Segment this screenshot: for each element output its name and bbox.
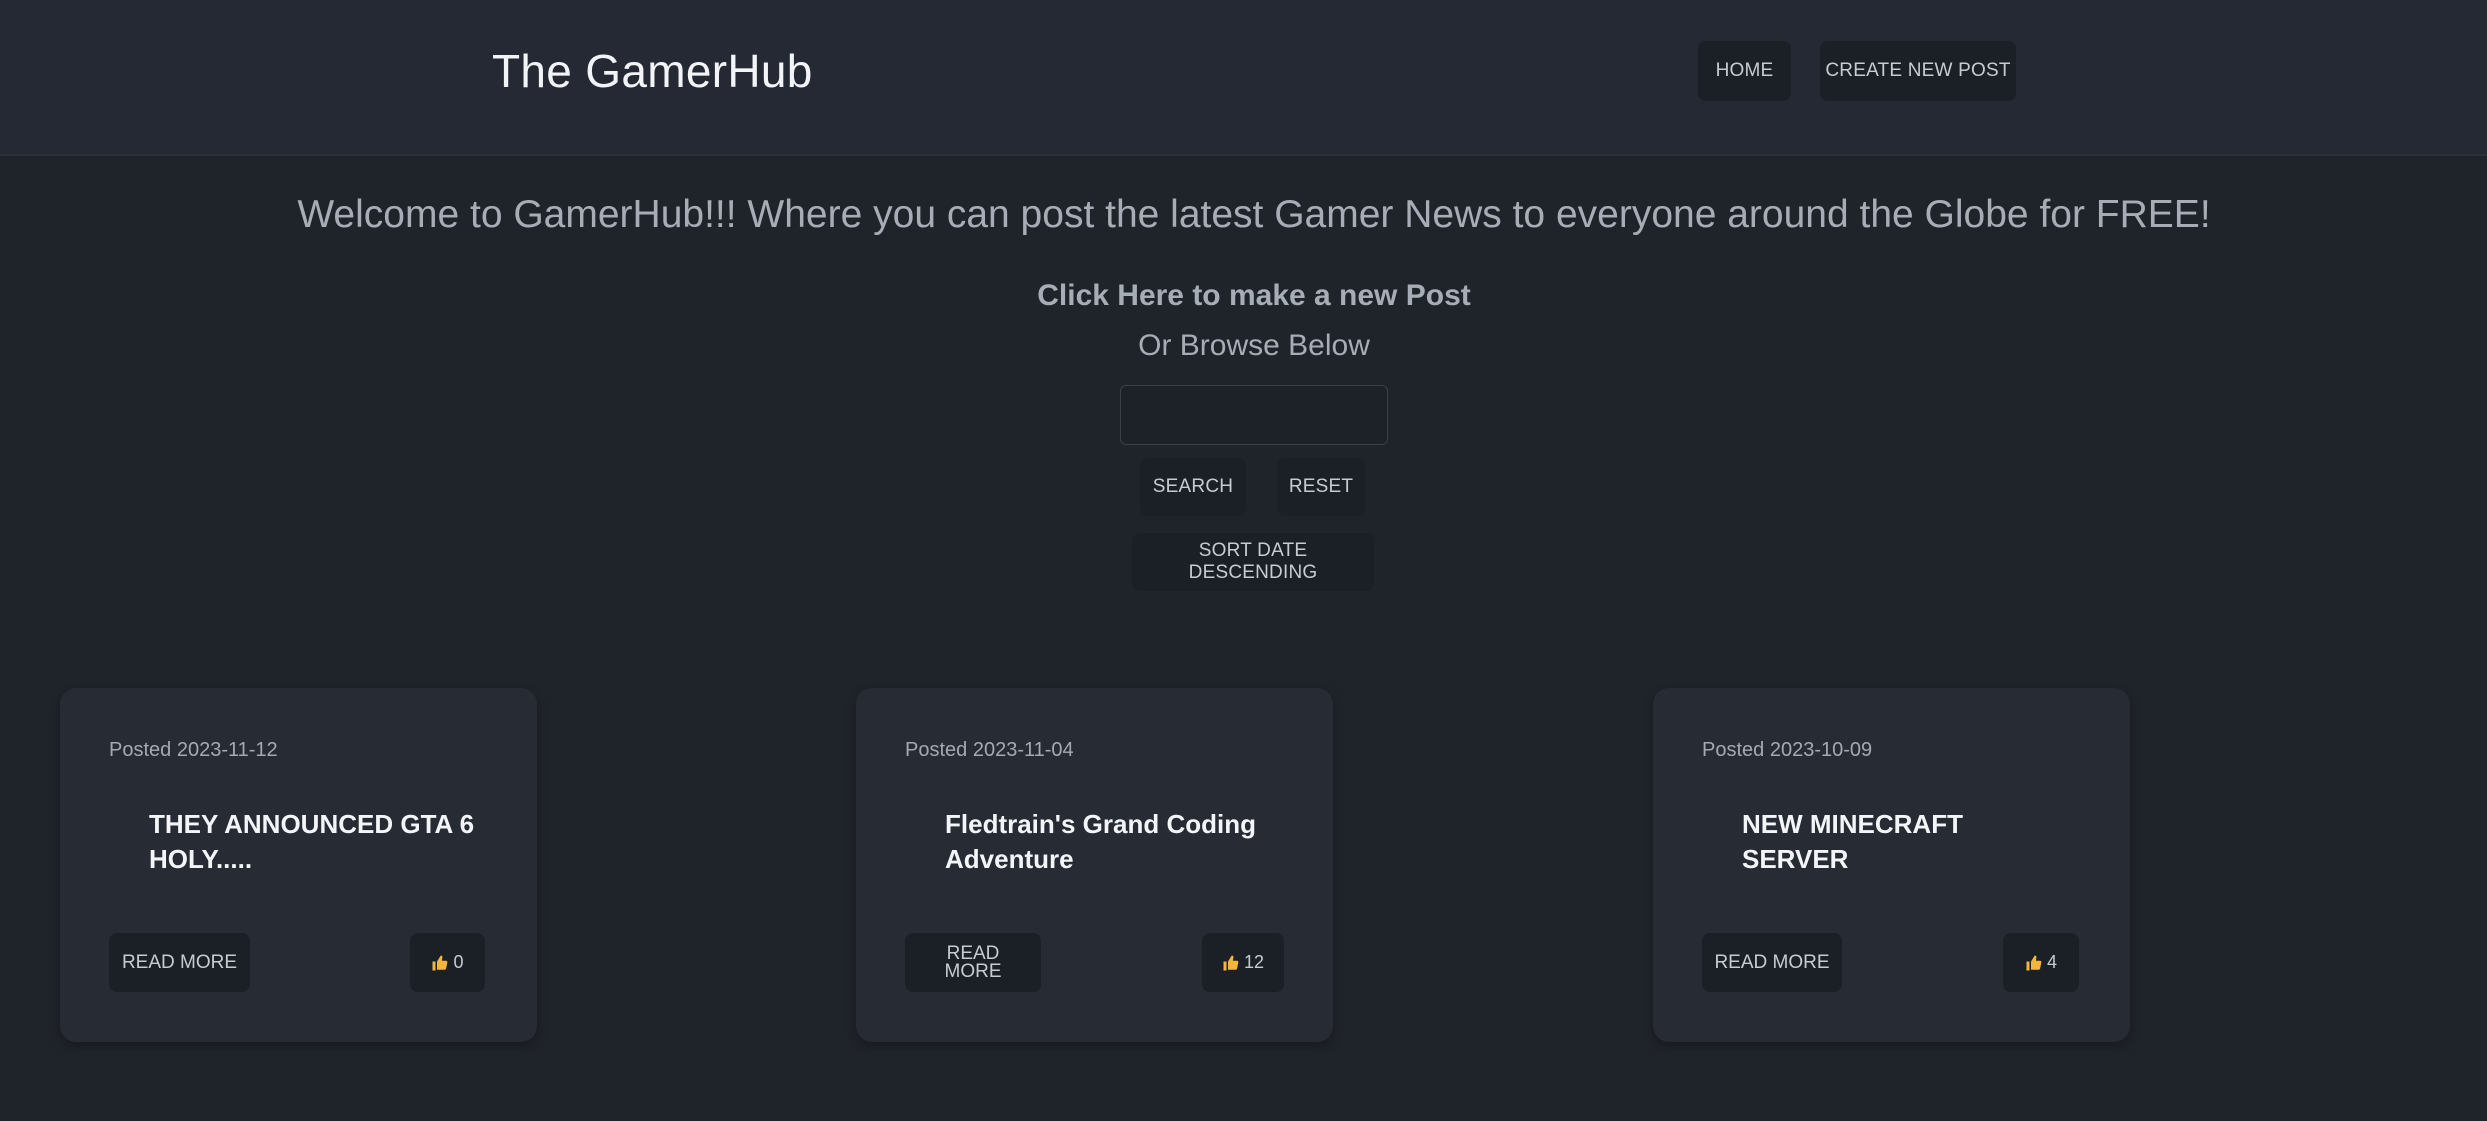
nav-create-post-button[interactable]: CREATE NEW POST xyxy=(1820,41,2016,101)
thumbs-up-icon xyxy=(432,955,448,970)
read-more-button[interactable]: READ MORE xyxy=(109,933,250,992)
post-title: NEW MINECRAFT SERVER xyxy=(1742,809,1963,874)
search-input[interactable] xyxy=(1120,385,1388,445)
post-card: Posted 2023-10-09 NEW MINECRAFT SERVER R… xyxy=(1653,688,2130,1042)
like-button[interactable]: 12 xyxy=(1202,933,1284,992)
post-title: Fledtrain's Grand Coding Adventure xyxy=(945,809,1256,874)
like-count: 12 xyxy=(1243,952,1265,972)
thumbs-up-icon xyxy=(1223,955,1239,970)
post-title: THEY ANNOUNCED GTA 6 HOLY..... xyxy=(149,809,475,874)
navbar: The GamerHub HOME CREATE NEW POST xyxy=(0,0,2487,156)
post-card: Posted 2023-11-12 THEY ANNOUNCED GTA 6 H… xyxy=(60,688,537,1042)
read-more-button[interactable]: READ MORE xyxy=(905,933,1041,992)
make-new-post-link[interactable]: Click Here to make a new Post xyxy=(0,279,2487,313)
read-more-button[interactable]: READ MORE xyxy=(1702,933,1842,992)
thumbs-up-icon xyxy=(2026,955,2042,970)
reset-button[interactable]: RESET xyxy=(1277,458,1365,516)
browse-subheading: Or Browse Below xyxy=(1138,329,1370,362)
like-count: 0 xyxy=(453,952,464,972)
search-button[interactable]: SEARCH xyxy=(1140,458,1246,516)
like-count: 4 xyxy=(2046,952,2057,972)
brand-title[interactable]: The GamerHub xyxy=(492,44,813,98)
welcome-heading: Welcome to GamerHub!!! Where you can pos… xyxy=(297,193,2211,236)
sort-date-button[interactable]: SORT DATE DESCENDING xyxy=(1132,533,1374,591)
post-date: Posted 2023-11-04 xyxy=(905,739,1074,761)
post-card: Posted 2023-11-04 Fledtrain's Grand Codi… xyxy=(856,688,1333,1042)
like-button[interactable]: 0 xyxy=(410,933,485,992)
post-date: Posted 2023-10-09 xyxy=(1702,739,1873,761)
nav-home-button[interactable]: HOME xyxy=(1698,41,1791,101)
like-button[interactable]: 4 xyxy=(2003,933,2079,992)
post-date: Posted 2023-11-12 xyxy=(109,739,278,761)
